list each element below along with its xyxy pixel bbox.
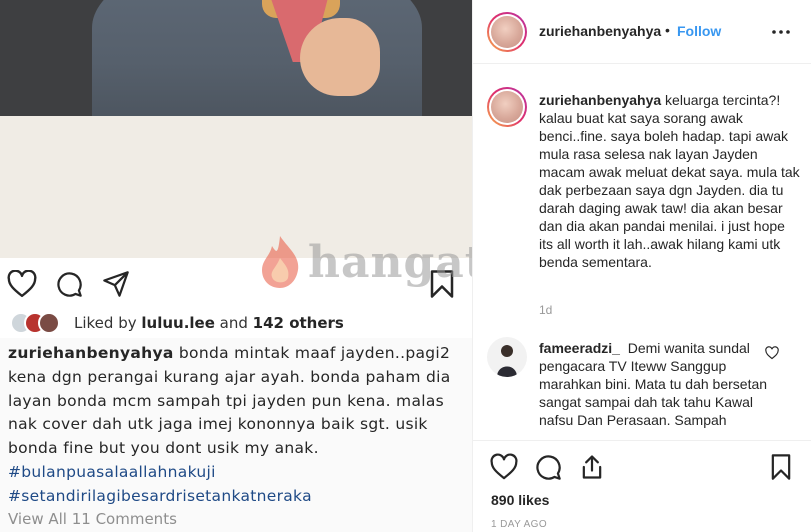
header-separator: • xyxy=(665,22,670,38)
comment-icon xyxy=(57,272,82,297)
comment-username[interactable]: zuriehanbenyahya xyxy=(539,92,661,108)
comment-button[interactable] xyxy=(53,268,85,300)
hashtag-link[interactable]: #bulanpuasalaallahnakuji xyxy=(8,461,463,485)
post-date[interactable]: 1 DAY AGO xyxy=(491,519,547,530)
photo-hand xyxy=(300,18,380,96)
comment-username[interactable]: fameeradzi_ xyxy=(539,340,620,356)
hashtag-link[interactable]: #setandirilagibesardrisetankatneraka xyxy=(8,485,463,509)
comment-item: zuriehanbenyahya keluarga tercinta?! kal… xyxy=(539,91,801,271)
comment-item: fameeradzi_ Demi wanita sundal pengacara… xyxy=(539,339,769,429)
post-action-bar xyxy=(0,258,472,310)
bookmark-icon xyxy=(430,270,454,298)
share-icon[interactable] xyxy=(578,453,606,481)
comment-text: keluarga tercinta?! kalau buat kat saya … xyxy=(539,92,800,270)
comment-avatar[interactable] xyxy=(487,337,527,377)
author-avatar[interactable] xyxy=(487,12,527,52)
person-silhouette-icon xyxy=(497,345,517,377)
author-username[interactable]: zuriehanbenyahya xyxy=(539,23,661,39)
post-side-panel: zuriehanbenyahya • Follow zuriehanbenyah… xyxy=(472,0,811,532)
post-photo xyxy=(0,0,472,116)
photo-background xyxy=(0,116,472,258)
comment-avatar[interactable] xyxy=(487,87,527,127)
liker-avatar[interactable] xyxy=(38,312,60,334)
caption-username[interactable]: zuriehanbenyahya xyxy=(8,344,174,362)
heart-icon[interactable] xyxy=(490,453,518,481)
like-button[interactable] xyxy=(6,268,38,300)
liked-by-user[interactable]: luluu.lee xyxy=(141,314,215,332)
likes-count[interactable]: 890 likes xyxy=(491,492,549,508)
heart-icon xyxy=(7,270,37,298)
bookmark-icon[interactable] xyxy=(767,453,795,481)
more-options-icon[interactable] xyxy=(769,20,793,44)
post-header: zuriehanbenyahya • Follow xyxy=(473,0,811,64)
liked-by-middle: and xyxy=(214,314,253,332)
comments-list: zuriehanbenyahya keluarga tercinta?! kal… xyxy=(473,65,811,440)
comment-timestamp[interactable]: 1d xyxy=(539,303,552,317)
post-caption: zuriehanbenyahya bonda mintak maaf jayde… xyxy=(8,342,463,509)
bookmark-button[interactable] xyxy=(426,268,458,300)
liked-by-row: Liked by luluu.lee and 142 others xyxy=(0,310,472,338)
comment-icon[interactable] xyxy=(534,453,562,481)
post-media: Liked by luluu.lee and 142 others zurieh… xyxy=(0,0,472,532)
view-all-comments-link[interactable]: View All 11 Comments xyxy=(8,510,177,528)
post-footer: 890 likes 1 DAY AGO xyxy=(473,440,811,532)
liked-by-others[interactable]: 142 others xyxy=(253,314,344,332)
share-icon xyxy=(103,271,129,297)
liked-by-prefix: Liked by xyxy=(74,314,142,332)
comment-like-heart-icon[interactable] xyxy=(765,346,779,360)
share-button[interactable] xyxy=(100,268,132,300)
liked-by-text: Liked by luluu.lee and 142 others xyxy=(74,314,344,332)
follow-button[interactable]: Follow xyxy=(677,23,721,39)
